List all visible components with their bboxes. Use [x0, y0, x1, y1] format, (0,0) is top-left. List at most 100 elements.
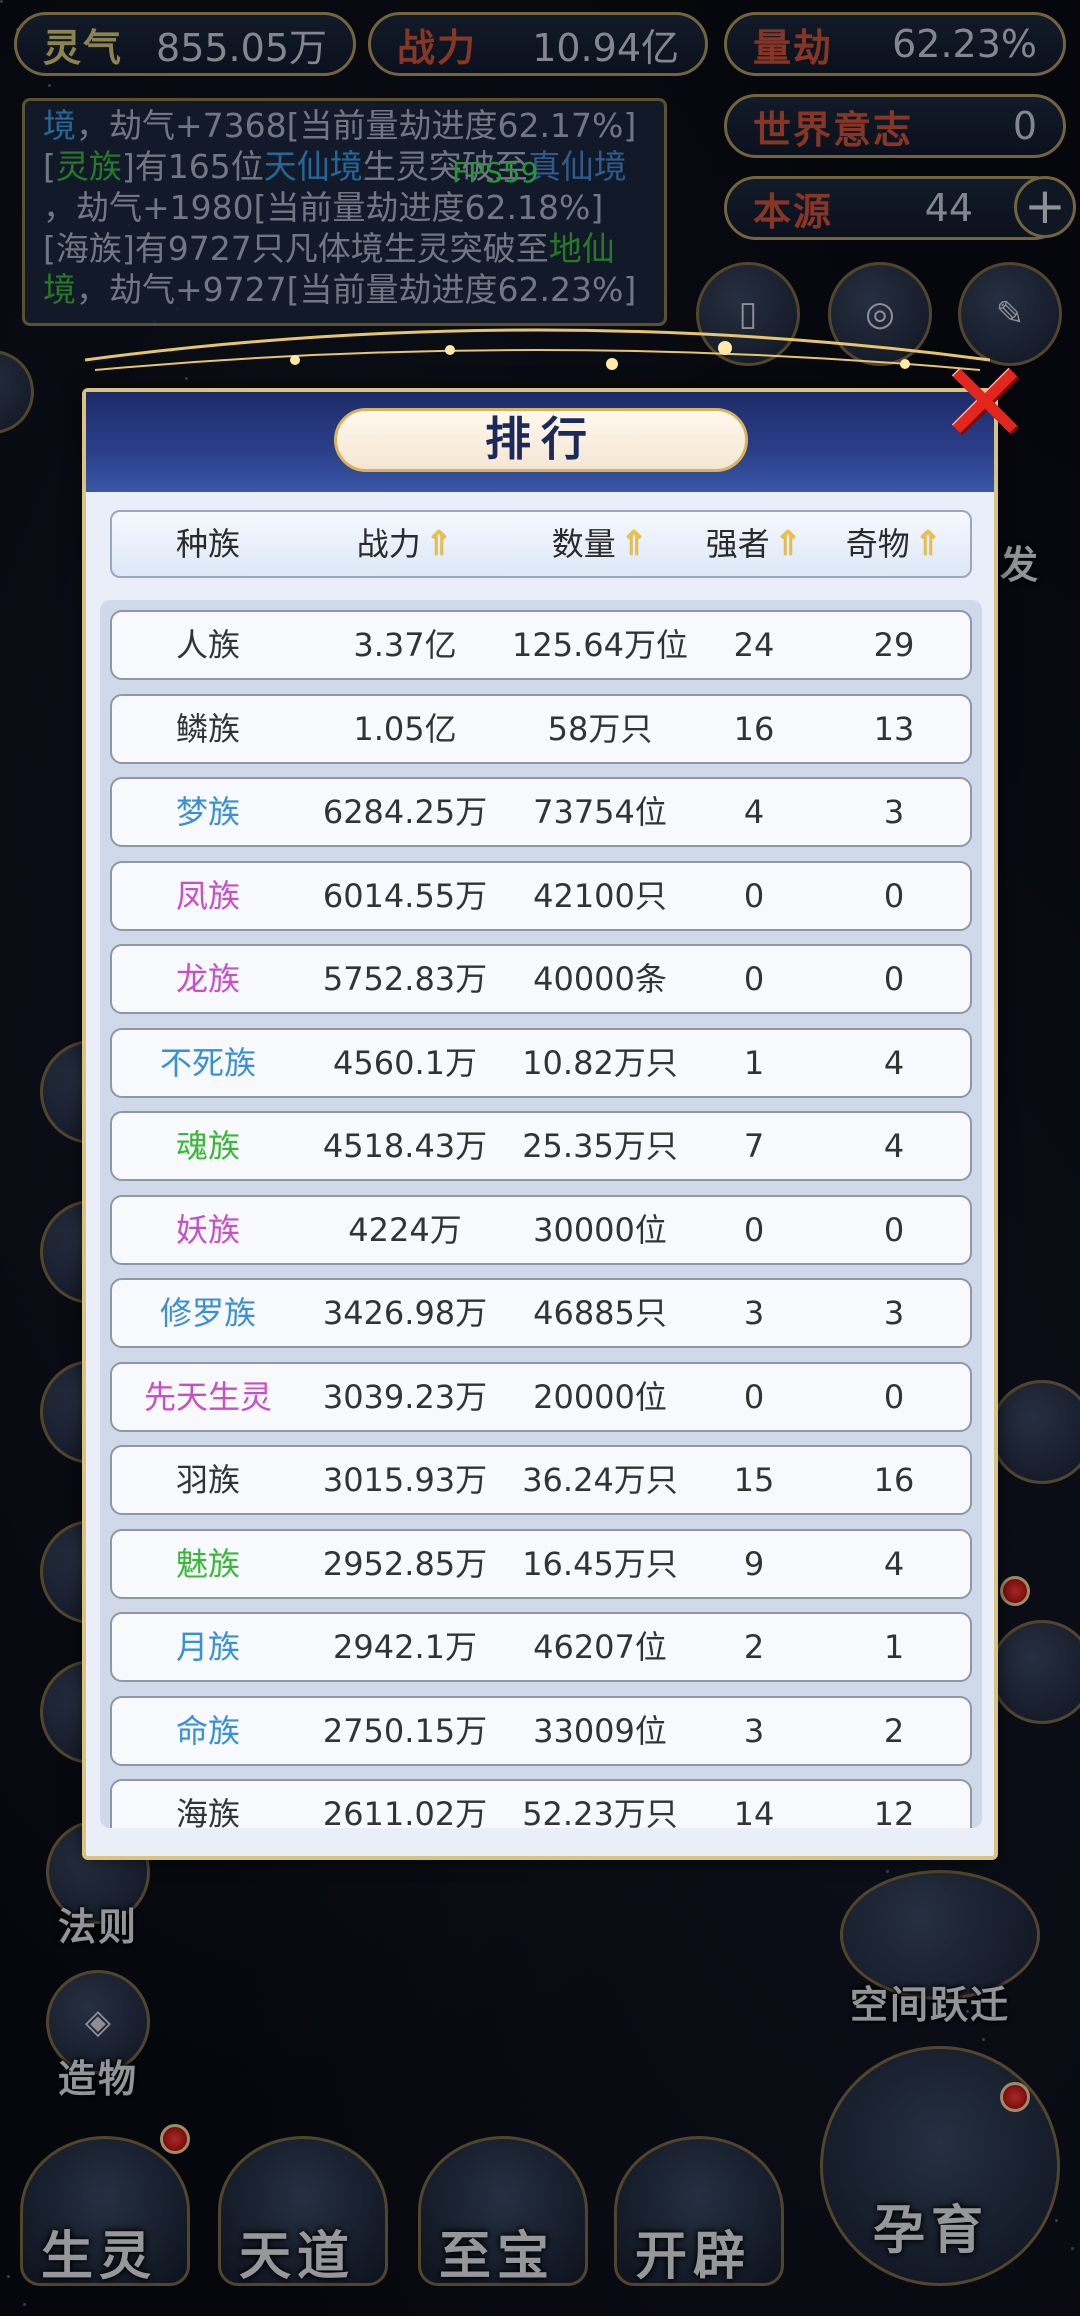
- items-cell: 2: [883, 1711, 905, 1750]
- race-cell: 月族: [175, 1628, 240, 1666]
- race-cell: 羽族: [175, 1461, 240, 1499]
- race-cell: 龙族: [175, 960, 240, 998]
- count-cell: 125.64万位: [512, 626, 688, 664]
- count-cell: 10.82万只: [522, 1043, 678, 1082]
- strong-cell: 0: [743, 960, 765, 998]
- strong-cell: 4: [743, 793, 765, 831]
- race-cell: 鳞族: [175, 709, 240, 748]
- close-icon[interactable]: ✕: [935, 348, 1035, 458]
- power-cell: 6284.25万: [322, 793, 488, 831]
- race-cell: 命族: [175, 1711, 240, 1750]
- items-cell: 1: [883, 1628, 905, 1666]
- strong-cell: 0: [743, 1210, 765, 1249]
- race-cell: 梦族: [175, 793, 240, 831]
- strong-cell: 3: [743, 1294, 765, 1332]
- items-cell: 4: [883, 1544, 905, 1583]
- items-cell: 0: [883, 1377, 905, 1416]
- power-cell: 2750.15万: [322, 1711, 488, 1750]
- count-cell: 52.23万只: [522, 1795, 678, 1828]
- column-header-power[interactable]: 战力 ⇑: [304, 512, 506, 576]
- table-row[interactable]: 龙族 5752.83万 40000条 0 0: [110, 944, 972, 1014]
- table-row[interactable]: 妖族 4224万 30000位 0 0: [110, 1194, 972, 1265]
- column-header-items[interactable]: 奇物 ⇑: [814, 512, 974, 576]
- table-row[interactable]: 海族 2611.02万 52.23万只 14 12: [110, 1779, 972, 1828]
- column-header-strong[interactable]: 强者 ⇑: [694, 512, 814, 576]
- count-cell: 30000位: [533, 1210, 667, 1249]
- ranking-header-row: 种族 战力 ⇑ 数量 ⇑ 强者 ⇑ 奇物 ⇑: [110, 510, 972, 578]
- count-cell: 40000条: [533, 960, 667, 998]
- table-row[interactable]: 魂族 4518.43万 25.35万只 7 4: [110, 1111, 972, 1181]
- race-cell: 修罗族: [159, 1294, 256, 1332]
- power-cell: 2611.02万: [322, 1795, 488, 1828]
- sort-arrow-icon[interactable]: ⇑: [620, 512, 649, 576]
- power-cell: 1.05亿: [353, 709, 457, 748]
- count-cell: 36.24万只: [522, 1461, 678, 1499]
- items-cell: 0: [883, 1210, 905, 1249]
- items-cell: 0: [883, 960, 905, 998]
- sort-arrow-icon[interactable]: ⇑: [914, 512, 943, 576]
- strong-cell: 2: [743, 1628, 765, 1666]
- power-cell: 3.37亿: [353, 626, 457, 664]
- items-cell: 13: [873, 709, 915, 748]
- count-cell: 58万只: [547, 709, 653, 748]
- power-cell: 3039.23万: [322, 1377, 488, 1416]
- table-row[interactable]: 命族 2750.15万 33009位 3 2: [110, 1695, 972, 1766]
- count-cell: 16.45万只: [522, 1544, 678, 1583]
- strong-cell: 14: [733, 1795, 775, 1828]
- count-cell: 25.35万只: [522, 1127, 678, 1165]
- table-row[interactable]: 先天生灵 3039.23万 20000位 0 0: [110, 1361, 972, 1432]
- table-row[interactable]: 修罗族 3426.98万 46885只 3 3: [110, 1278, 972, 1348]
- power-cell: 3015.93万: [322, 1461, 488, 1499]
- race-cell: 凤族: [175, 876, 240, 915]
- table-row[interactable]: 羽族 3015.93万 36.24万只 15 16: [110, 1445, 972, 1515]
- strong-cell: 1: [743, 1043, 765, 1082]
- race-cell: 魅族: [175, 1544, 240, 1583]
- sort-arrow-icon[interactable]: ⇑: [774, 512, 803, 576]
- ranking-list[interactable]: 人族 3.37亿 125.64万位 24 29 鳞族 1.05亿 58万只 16 13 梦族 6284…: [100, 600, 982, 1828]
- table-row[interactable]: 不死族 4560.1万 10.82万只 1 4: [110, 1027, 972, 1098]
- power-cell: 4224万: [348, 1210, 462, 1249]
- strong-cell: 0: [743, 1377, 765, 1416]
- power-cell: 2942.1万: [333, 1628, 477, 1666]
- column-header-race: 种族: [175, 525, 240, 563]
- table-row[interactable]: 鳞族 1.05亿 58万只 16 13: [110, 693, 972, 764]
- power-cell: 5752.83万: [322, 960, 488, 998]
- items-cell: 29: [873, 626, 915, 664]
- power-cell: 4560.1万: [333, 1043, 477, 1082]
- sort-arrow-icon[interactable]: ⇑: [425, 512, 454, 576]
- power-cell: 4518.43万: [322, 1127, 488, 1165]
- strong-cell: 24: [733, 626, 775, 664]
- strong-cell: 0: [743, 876, 765, 915]
- race-cell: 海族: [175, 1795, 240, 1828]
- race-cell: 魂族: [175, 1127, 240, 1165]
- strong-cell: 7: [743, 1127, 765, 1165]
- column-header-count[interactable]: 数量 ⇑: [506, 512, 694, 576]
- count-cell: 73754位: [533, 793, 667, 831]
- modal-title: 排行: [334, 408, 748, 472]
- race-cell: 妖族: [175, 1210, 240, 1249]
- strong-cell: 16: [733, 709, 775, 748]
- table-row[interactable]: 人族 3.37亿 125.64万位 24 29: [110, 610, 972, 680]
- count-cell: 42100只: [533, 876, 667, 915]
- power-cell: 2952.85万: [322, 1544, 488, 1583]
- table-row[interactable]: 凤族 6014.55万 42100只 0 0: [110, 860, 972, 931]
- table-row[interactable]: 梦族 6284.25万 73754位 4 3: [110, 777, 972, 847]
- items-cell: 12: [873, 1795, 915, 1828]
- race-cell: 先天生灵: [143, 1377, 272, 1416]
- race-cell: 人族: [175, 626, 240, 664]
- items-cell: 4: [883, 1043, 905, 1082]
- strong-cell: 15: [733, 1461, 775, 1499]
- items-cell: 16: [873, 1461, 915, 1499]
- power-cell: 3426.98万: [322, 1294, 488, 1332]
- items-cell: 3: [883, 793, 905, 831]
- power-cell: 6014.55万: [322, 876, 488, 915]
- count-cell: 20000位: [533, 1377, 667, 1416]
- table-row[interactable]: 魅族 2952.85万 16.45万只 9 4: [110, 1528, 972, 1599]
- count-cell: 46885只: [533, 1294, 667, 1332]
- ranking-modal: 排行 种族 战力 ⇑ 数量 ⇑ 强者 ⇑ 奇物 ⇑ 人族 3.37亿 125.64万位 24 2…: [82, 388, 998, 1860]
- items-cell: 0: [883, 876, 905, 915]
- strong-cell: 9: [743, 1544, 765, 1583]
- items-cell: 4: [883, 1127, 905, 1165]
- items-cell: 3: [883, 1294, 905, 1332]
- table-row[interactable]: 月族 2942.1万 46207位 2 1: [110, 1612, 972, 1682]
